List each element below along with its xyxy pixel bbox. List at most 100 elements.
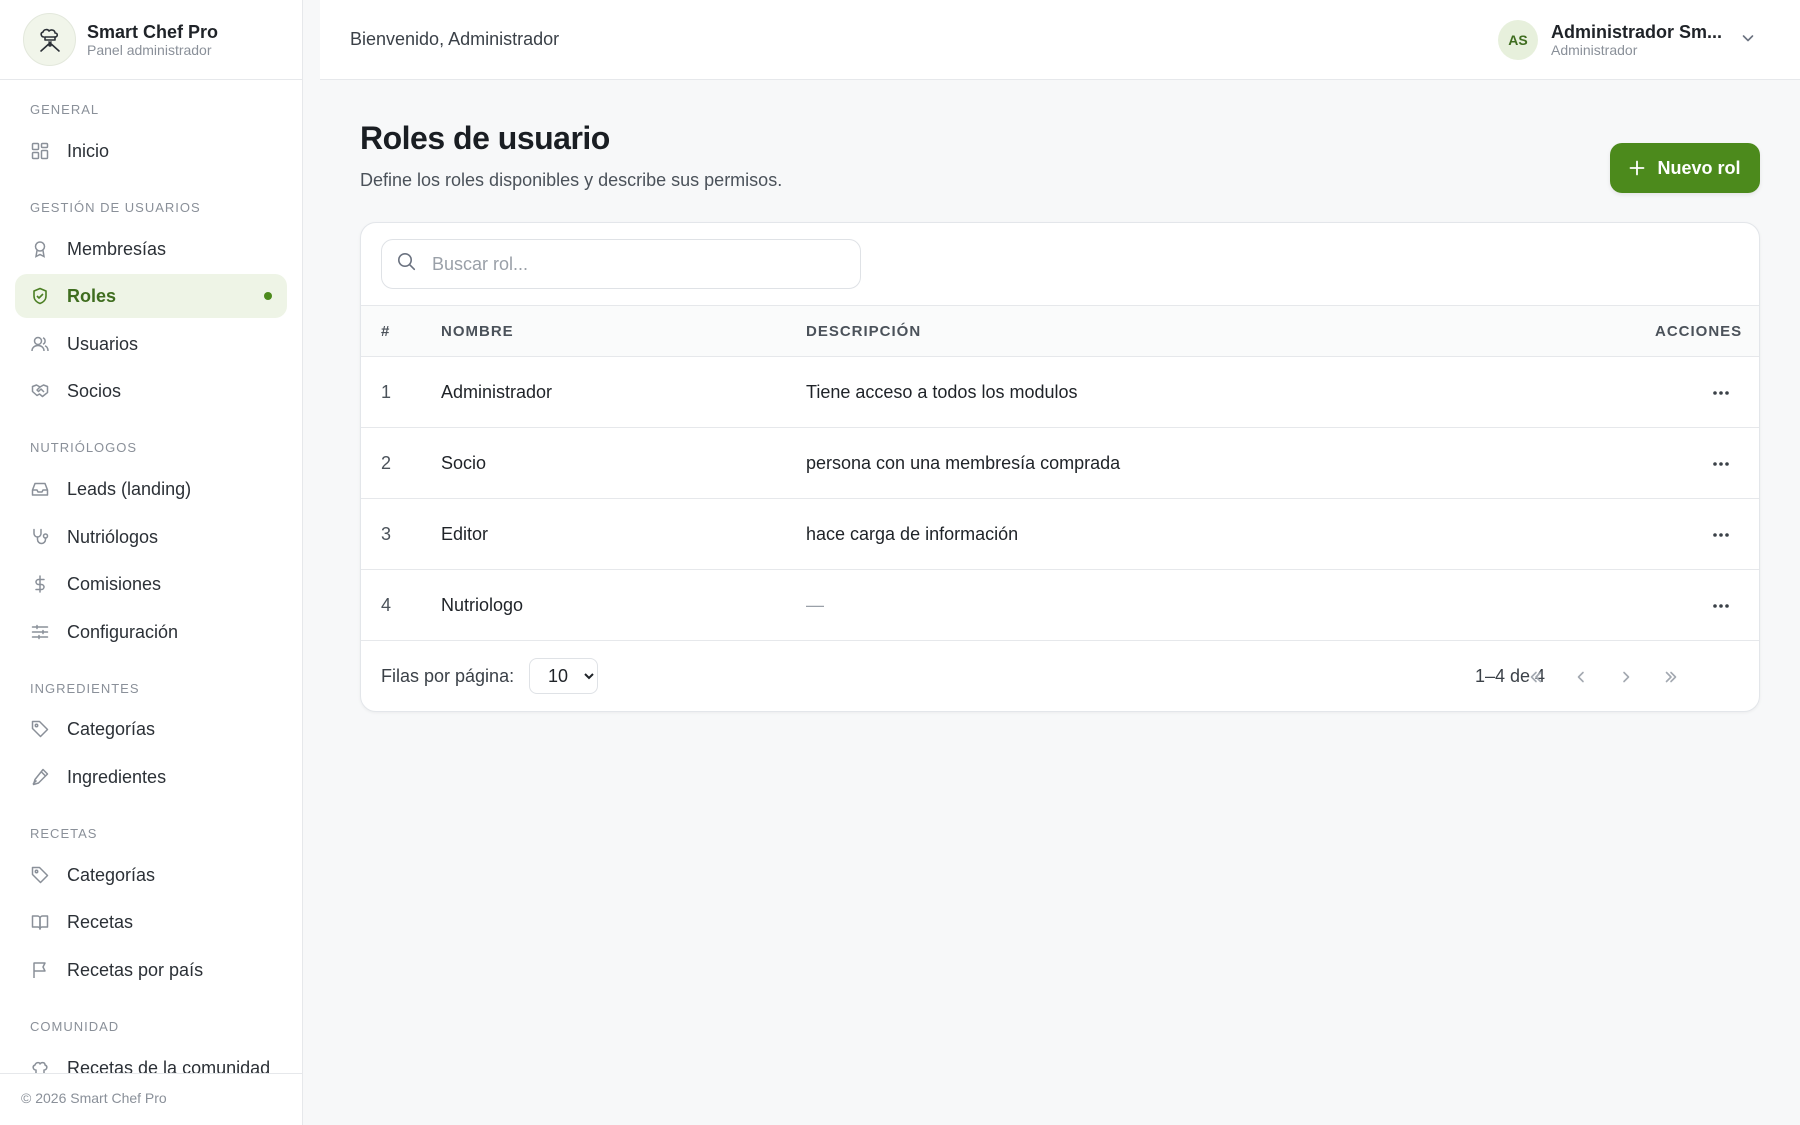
sidebar-item-configuracion[interactable]: Configuración [15, 610, 287, 654]
nav-section-ingredientes: INGREDIENTES [30, 681, 140, 696]
sidebar-item-nutriologos[interactable]: Nutriólogos [15, 515, 287, 559]
sidebar-item-recetas-comunidad[interactable]: Recetas de la comunidad [15, 1046, 287, 1073]
page-title: Roles de usuario [360, 120, 610, 156]
column-header-actions: ACCIONES [1655, 323, 1743, 340]
cell-description: persona con una membresía comprada [806, 453, 1121, 473]
sidebar-item-label: Inicio [67, 140, 110, 161]
sidebar-item-label: Socios [67, 380, 122, 401]
cell-num: 4 [381, 595, 392, 615]
table-row[interactable]: 4 Nutriologo — [361, 570, 1759, 641]
column-header-name[interactable]: NOMBRE [441, 323, 514, 340]
prev-page-icon[interactable] [1567, 663, 1595, 691]
handshake-icon [30, 381, 50, 401]
top-header: Bienvenido, Administrador AS Administrad… [320, 0, 1800, 80]
next-page-icon[interactable] [1612, 663, 1640, 691]
sidebar-item-socios[interactable]: Socios [15, 369, 287, 413]
new-role-button[interactable]: Nuevo rol [1610, 143, 1760, 193]
avatar: AS [1498, 20, 1538, 60]
more-horizontal-icon[interactable] [1709, 523, 1733, 547]
sidebar-item-recetas-por-pais[interactable]: Recetas por país [15, 948, 287, 992]
roles-card: # NOMBRE DESCRIPCIÓN ACCIONES 1 Administ… [360, 222, 1760, 712]
sidebar-item-usuarios[interactable]: Usuarios [15, 322, 287, 366]
table-row[interactable]: 1 Administrador Tiene acceso a todos los… [361, 357, 1759, 428]
user-menu[interactable]: AS Administrador Sm... Administrador [1498, 20, 1731, 60]
table-footer: Filas por página: 10 1–4 de 4 [361, 641, 1759, 711]
more-horizontal-icon[interactable] [1709, 452, 1733, 476]
table-header: # NOMBRE DESCRIPCIÓN ACCIONES [361, 305, 1759, 357]
brand[interactable]: Smart Chef Pro Panel administrador [0, 0, 302, 80]
last-page-icon[interactable] [1657, 663, 1685, 691]
search-icon [397, 252, 416, 276]
page-subtitle: Define los roles disponibles y describe … [360, 170, 783, 190]
sidebar-item-label: Recetas por país [67, 959, 204, 980]
cell-name: Editor [441, 524, 489, 544]
welcome-text: Bienvenido, Administrador [350, 29, 560, 49]
sidebar-item-label: Roles [67, 285, 117, 306]
active-indicator [264, 292, 272, 300]
sidebar-item-label: Usuarios [67, 333, 139, 354]
nav-section-comunidad: COMUNIDAD [30, 1019, 120, 1034]
user-name: Administrador Sm... [1551, 22, 1723, 42]
sidebar-item-recetas[interactable]: Recetas [15, 900, 287, 944]
cell-description: hace carga de información [806, 524, 1019, 544]
sidebar: Smart Chef Pro Panel administrador GENER… [0, 0, 303, 1125]
nav-section-usuarios: GESTIÓN DE USUARIOS [30, 200, 201, 215]
tag-icon [30, 719, 50, 739]
brand-name: Smart Chef Pro [87, 21, 219, 42]
user-role: Administrador [1551, 42, 1638, 58]
rows-per-page-select[interactable]: 10 [529, 658, 598, 694]
award-icon [30, 239, 50, 259]
sidebar-item-ingredientes[interactable]: Ingredientes [15, 755, 287, 799]
sidebar-item-label: Leads (landing) [67, 478, 192, 499]
sidebar-item-label: Recetas de la comunidad [67, 1057, 271, 1074]
search-input[interactable] [432, 253, 832, 275]
sliders-icon [30, 622, 50, 642]
nav-section-nutriologos: NUTRIÓLOGOS [30, 440, 138, 455]
inbox-icon [30, 479, 50, 499]
cell-name: Administrador [441, 382, 553, 402]
sidebar-item-comisiones[interactable]: Comisiones [15, 562, 287, 606]
cell-name: Socio [441, 453, 487, 473]
new-role-label: Nuevo rol [1657, 157, 1741, 178]
table-row[interactable]: 2 Socio persona con una membresía compra… [361, 428, 1759, 499]
sidebar-nav[interactable]: GENERAL Inicio GESTIÓN DE USUARIOS Membr… [0, 80, 302, 1073]
brand-subtitle: Panel administrador [87, 41, 212, 58]
book-icon [30, 912, 50, 932]
cell-name: Nutriologo [441, 595, 524, 615]
sidebar-item-label: Recetas [67, 911, 134, 932]
sidebar-item-leads[interactable]: Leads (landing) [15, 467, 287, 511]
more-horizontal-icon[interactable] [1709, 594, 1733, 618]
sidebar-item-inicio[interactable]: Inicio [15, 129, 287, 173]
flag-icon [30, 960, 50, 980]
first-page-icon[interactable] [1522, 663, 1550, 691]
nav-section-general: GENERAL [30, 102, 100, 117]
grid-icon [30, 141, 50, 161]
sidebar-item-categorias-recetas[interactable]: Categorías [15, 853, 287, 897]
sidebar-item-label: Categorías [67, 864, 156, 885]
sidebar-footer: © 2026 Smart Chef Pro [0, 1073, 302, 1125]
sidebar-item-label: Categorías [67, 718, 156, 739]
table-row[interactable]: 3 Editor hace carga de información [361, 499, 1759, 570]
more-horizontal-icon[interactable] [1709, 381, 1733, 405]
users-icon [30, 334, 50, 354]
chef-hat-icon [30, 1058, 50, 1073]
plus-icon [1629, 160, 1645, 176]
sidebar-item-roles[interactable]: Roles [15, 274, 287, 318]
sidebar-item-label: Nutriólogos [67, 526, 159, 547]
dollar-icon [30, 574, 50, 594]
chef-logo-icon [23, 13, 76, 66]
cell-num: 1 [381, 382, 392, 402]
column-header-description[interactable]: DESCRIPCIÓN [806, 323, 921, 340]
cell-num: 3 [381, 524, 392, 544]
sidebar-item-label: Comisiones [67, 573, 162, 594]
sidebar-item-label: Membresías [67, 238, 167, 259]
shield-check-icon [30, 286, 50, 306]
search-box[interactable] [381, 239, 861, 289]
sidebar-item-label: Ingredientes [67, 766, 167, 787]
sidebar-item-categorias-ingredientes[interactable]: Categorías [15, 707, 287, 751]
tag-icon [30, 865, 50, 885]
cell-description: — [806, 595, 824, 615]
sidebar-item-membresias[interactable]: Membresías [15, 227, 287, 271]
chevron-down-icon[interactable] [1740, 30, 1756, 51]
stethoscope-icon [30, 527, 50, 547]
